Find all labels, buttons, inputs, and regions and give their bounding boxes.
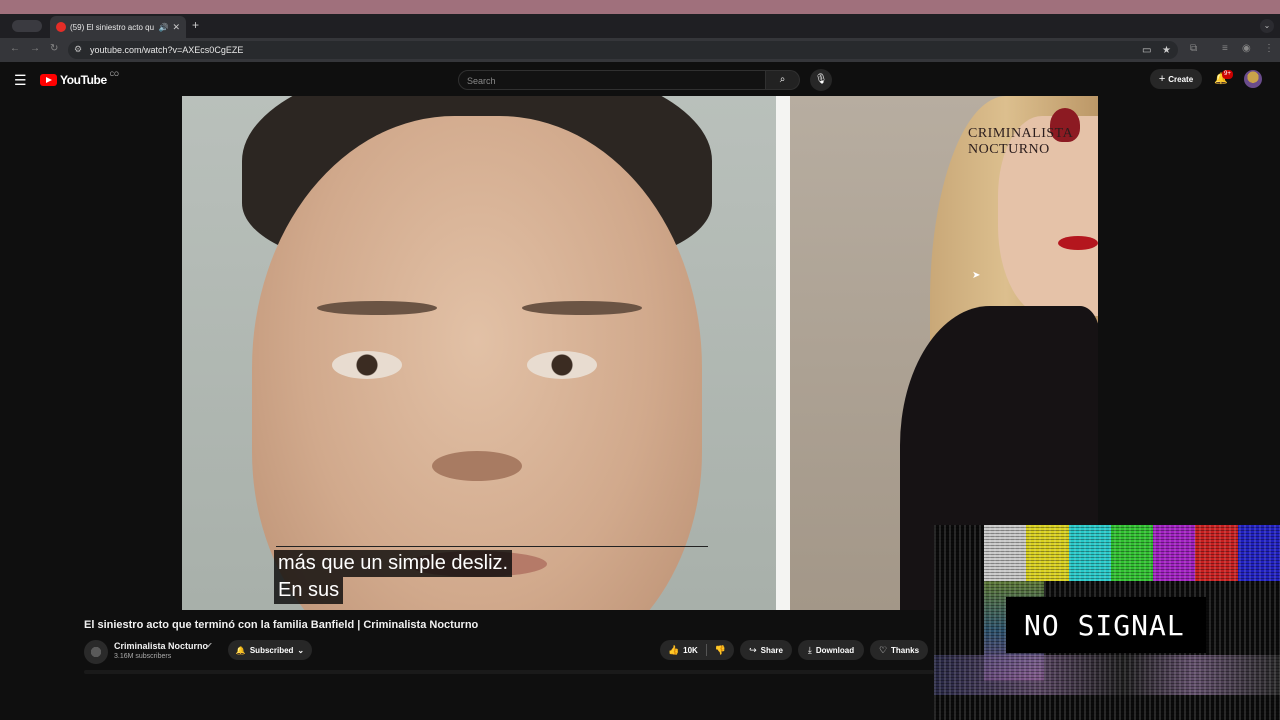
search-box [458,70,766,90]
video-subject-eye [332,351,402,379]
forward-icon[interactable]: → [30,43,40,54]
extensions-icon[interactable]: ⧉ [1190,43,1197,54]
video-subject-brow [522,301,642,315]
channel-watermark: CRIMINALISTA NOCTURNO [968,126,1073,157]
youtube-wordmark: YouTube [60,73,107,87]
plus-icon: + [1158,73,1166,85]
bell-icon: 🔔 [235,645,246,655]
user-avatar[interactable] [1244,70,1262,88]
share-button[interactable]: ↪ Share [740,640,792,660]
youtube-logo[interactable]: YouTube CO [40,72,119,87]
subscriber-count: 3.16M subscribers [114,653,172,660]
video-subject-face [252,116,702,610]
no-signal-text: NO SIGNAL [1024,609,1185,642]
no-signal-overlay: NO SIGNAL [934,525,1280,720]
cast-icon[interactable]: ▭ [1142,45,1151,56]
address-url: youtube.com/watch?v=AXEcs0CgEZE [90,45,244,55]
subscribed-label: Subscribed [249,645,294,655]
browser-tab-strip: (59) El siniestro acto que terminó con l… [0,14,1280,38]
tab-search-icon[interactable]: ⌄ [1260,19,1274,33]
create-button[interactable]: + Create [1150,69,1202,89]
site-info-icon[interactable]: ⚙ [74,44,82,55]
search-icon: ⌕ [779,74,786,85]
caption-line-2: En sus [274,577,344,604]
thanks-icon: ♡ [878,644,888,655]
close-tab-icon[interactable]: ✕ [172,22,180,33]
voice-search-button[interactable]: 🎙 [810,69,832,91]
chevron-down-icon: ⌄ [297,645,305,655]
video-captions: más que un simple desliz. En sus [274,550,513,604]
browser-tab-active[interactable]: (59) El siniestro acto que terminó con l… [50,16,186,38]
notification-count-badge: 9+ [1222,70,1233,79]
bookmark-star-icon[interactable]: ★ [1162,45,1171,56]
verified-badge-icon: ✔ [206,641,213,650]
channel-name[interactable]: Criminalista Nocturno [114,641,208,651]
like-divider [705,644,707,656]
video-frame-left [182,96,776,610]
thanks-button[interactable]: ♡ Thanks [870,640,928,660]
reload-icon[interactable]: ↻ [50,43,58,54]
video-subject-nose [432,451,522,481]
speaker-icon[interactable]: 🔊 [158,23,168,32]
description-box-edge [84,670,934,674]
tab-group-chip[interactable] [12,20,42,32]
download-label: Download [815,645,855,655]
youtube-favicon-icon [56,22,66,32]
create-label: Create [1168,74,1194,84]
channel-avatar[interactable] [84,640,108,664]
like-dislike-group: 👍 10K 👎 [660,640,734,660]
caption-rule [276,546,708,547]
download-icon: ⤓ [807,644,812,655]
caption-line-1: más que un simple desliz. [274,550,513,577]
reading-list-icon[interactable]: ≡ [1222,43,1228,54]
search-button[interactable]: ⌕ [766,70,800,90]
video-split-divider [776,96,790,610]
country-code: CO [109,72,119,78]
chrome-menu-icon[interactable]: ⋮ [1264,43,1274,54]
like-count[interactable]: 10K [683,646,698,655]
share-label: Share [760,645,783,655]
search-input[interactable] [467,74,757,87]
video-subject-brow [317,301,437,315]
youtube-play-icon [40,74,57,86]
mouse-cursor-icon: ➤ [972,270,981,281]
browser-toolbar: ← → ↻ ⚙ youtube.com/watch?v=AXEcs0CgEZE … [0,38,1280,62]
like-icon[interactable]: 👍 [668,645,679,656]
mac-menu-bar [0,0,1280,14]
new-tab-icon[interactable]: + [192,18,199,32]
profile-icon[interactable]: ◉ [1242,43,1251,54]
video-subject-mouth [1058,236,1098,250]
dislike-icon[interactable]: 👎 [715,645,726,656]
video-subject-eye [527,351,597,379]
menu-icon[interactable]: ☰ [14,72,27,89]
back-icon[interactable]: ← [10,43,20,54]
subscribed-button[interactable]: 🔔 Subscribed ⌄ [228,640,312,660]
youtube-header: ☰ YouTube CO ⌕ 🎙 + Create 🔔 9+ [0,62,1280,96]
download-button[interactable]: ⤓ Download [798,640,864,660]
tab-title: (59) El siniestro acto que terminó con l… [70,22,155,32]
thanks-label: Thanks [891,645,920,655]
microphone-icon: 🎙 [814,74,828,85]
share-icon: ↪ [749,644,757,655]
address-bar[interactable]: ⚙ youtube.com/watch?v=AXEcs0CgEZE ▭ ★ [68,41,1178,59]
video-title: El siniestro acto que terminó con la fam… [84,619,479,631]
